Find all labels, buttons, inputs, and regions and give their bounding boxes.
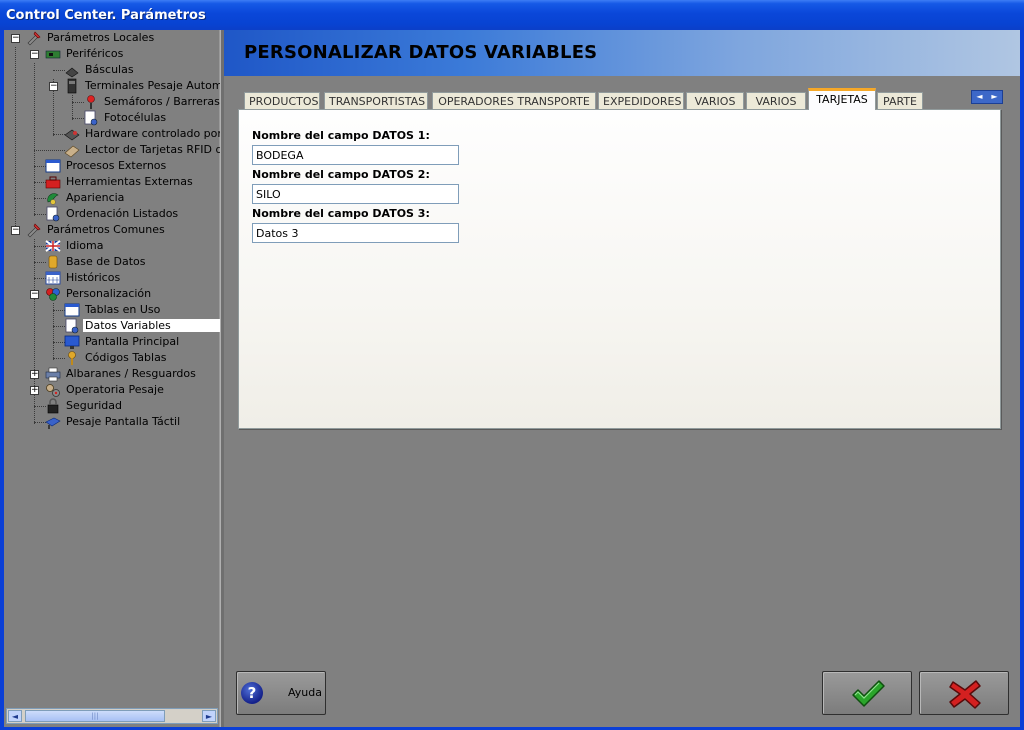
help-button[interactable]: ? Ayuda — [236, 671, 326, 715]
tree-item-tablas-en-uso[interactable]: Tablas en Uso — [64, 302, 162, 318]
terminal-icon — [67, 78, 77, 94]
expander-perifericos[interactable]: − — [30, 50, 39, 59]
expander-albaranes[interactable]: + — [30, 370, 39, 379]
expander-parametros-comunes[interactable]: − — [11, 226, 20, 235]
tree-item-lector-rfid[interactable]: Lector de Tarjetas RFID de — [64, 142, 220, 158]
tab-operadores-transporte[interactable]: OPERADORES TRANSPORTE — [432, 92, 596, 110]
tree-item-personalizacion[interactable]: Personalización — [45, 286, 153, 302]
traffic-light-icon — [87, 95, 95, 109]
scale-icon — [65, 67, 79, 78]
tab-parte[interactable]: PARTE — [877, 92, 923, 110]
title-bar[interactable]: Control Center. Parámetros — [0, 0, 1024, 30]
tab-varios-2[interactable]: VARIOS 2 — [746, 92, 806, 125]
application-window: Control Center. Parámetros − Parámetros … — [0, 0, 1024, 730]
cancel-x-icon — [949, 680, 981, 709]
palette-icon — [47, 193, 59, 205]
document-gear-icon — [65, 318, 79, 334]
tab-scroll-buttons: ◄ ► — [971, 90, 1003, 104]
page-header: PERSONALIZAR DATOS VARIABLES — [224, 30, 1020, 76]
table-window-icon — [64, 303, 80, 317]
scroll-left-button[interactable]: ◄ — [8, 710, 22, 722]
card-reader-icon — [64, 145, 80, 158]
tree-item-terminales-pesaje[interactable]: Terminales Pesaje Automático — [64, 78, 220, 94]
expander-terminales[interactable]: − — [49, 82, 58, 91]
tree-item-operatoria-pesaje[interactable]: Operatoria Pesaje — [45, 382, 166, 398]
checkmark-icon — [852, 680, 885, 707]
document-gear-icon — [84, 110, 98, 126]
navigation-tree-panel: − Parámetros Locales − Periféricos Báscu… — [4, 30, 220, 727]
tree-item-basculas[interactable]: Básculas — [64, 62, 136, 78]
circuit-board-icon — [45, 50, 61, 59]
tree-item-parametros-locales[interactable]: Parámetros Locales — [26, 30, 156, 46]
sorted-list-icon — [46, 206, 60, 222]
tree-item-parametros-comunes[interactable]: Parámetros Comunes — [26, 222, 167, 238]
hardware-icon — [64, 129, 80, 141]
tools-icon — [27, 31, 41, 46]
tree-item-seguridad[interactable]: Seguridad — [45, 398, 124, 414]
tree-item-historicos[interactable]: Históricos — [45, 270, 122, 286]
tab-content-tarjetas: Nombre del campo DATOS 1: Nombre del cam… — [238, 109, 1001, 429]
tree-item-pesaje-pantalla-tactil[interactable]: Pesaje Pantalla Táctil — [45, 414, 182, 430]
datos-3-input[interactable] — [252, 223, 459, 243]
client-area: − Parámetros Locales − Periféricos Báscu… — [4, 30, 1020, 727]
tree-item-idioma[interactable]: Idioma — [45, 238, 105, 254]
tab-varios-1[interactable]: VARIOS 1 — [686, 92, 744, 125]
users-icon — [46, 288, 60, 301]
calendar-icon — [45, 271, 61, 285]
gears-icon — [46, 384, 60, 397]
tree-item-pantalla-principal[interactable]: Pantalla Principal — [64, 334, 181, 350]
datos-1-input[interactable] — [252, 145, 459, 165]
tree-item-albaranes-resguardos[interactable]: Albaranes / Resguardos — [45, 366, 198, 382]
tab-expedidores[interactable]: EXPEDIDORES — [598, 92, 684, 110]
tree-item-base-de-datos[interactable]: Base de Datos — [45, 254, 148, 270]
tree-item-procesos-externos[interactable]: Procesos Externos — [45, 158, 168, 174]
ok-button[interactable] — [822, 671, 912, 715]
datos-3-label: Nombre del campo DATOS 3: — [252, 207, 430, 220]
monitor-icon — [64, 335, 80, 349]
touch-screen-icon — [45, 417, 61, 429]
page-title: PERSONALIZAR DATOS VARIABLES — [244, 42, 598, 63]
datos-2-input[interactable] — [252, 184, 459, 204]
key-icon — [68, 351, 76, 365]
datos-2-label: Nombre del campo DATOS 2: — [252, 168, 430, 181]
tree-item-fotocelulas[interactable]: Fotocélulas — [83, 110, 168, 126]
tab-scroll-right-icon[interactable]: ► — [987, 91, 1002, 103]
toolbox-icon — [45, 176, 61, 189]
tree-item-datos-variables[interactable]: Datos Variables — [64, 318, 220, 334]
tools-icon — [27, 223, 41, 238]
flag-icon — [45, 240, 61, 252]
scroll-right-button[interactable]: ► — [202, 710, 216, 722]
tab-tarjetas[interactable]: TARJETAS — [808, 88, 876, 110]
help-icon: ? — [241, 682, 263, 704]
printer-icon — [45, 367, 61, 382]
lock-icon — [47, 398, 59, 414]
tree-item-semaforos[interactable]: Semáforos / Barreras — [83, 94, 220, 110]
tree-item-perifericos[interactable]: Periféricos — [45, 46, 125, 62]
tree-horizontal-scrollbar[interactable]: ◄ ||| ► — [6, 708, 218, 724]
tab-strip: PRODUCTOS TRANSPORTISTAS OPERADORES TRAN… — [240, 88, 1020, 125]
datos-1-label: Nombre del campo DATOS 1: — [252, 129, 430, 142]
help-button-label: Ayuda — [288, 686, 322, 699]
tab-productos[interactable]: PRODUCTOS — [244, 92, 320, 110]
scroll-thumb[interactable]: ||| — [25, 710, 165, 722]
tree-item-herramientas-externas[interactable]: Herramientas Externas — [45, 174, 195, 190]
cancel-button[interactable] — [919, 671, 1009, 715]
database-icon — [48, 255, 58, 269]
content-panel: PERSONALIZAR DATOS VARIABLES PRODUCTOS T… — [224, 30, 1020, 727]
window-title: Control Center. Parámetros — [6, 8, 206, 23]
tree-item-codigos-tablas[interactable]: Códigos Tablas — [64, 350, 169, 366]
tree-item-hardware-plc[interactable]: Hardware controlado por PLC — [64, 126, 220, 142]
tree-item-apariencia[interactable]: Apariencia — [45, 190, 126, 206]
window-icon — [45, 159, 61, 173]
tab-scroll-left-icon[interactable]: ◄ — [972, 91, 987, 103]
expander-personalizacion[interactable]: − — [30, 290, 39, 299]
expander-parametros-locales[interactable]: − — [11, 34, 20, 43]
expander-operatoria-pesaje[interactable]: + — [30, 386, 39, 395]
tab-transportistas[interactable]: TRANSPORTISTAS — [324, 92, 428, 110]
navigation-tree: − Parámetros Locales − Periféricos Báscu… — [4, 30, 220, 706]
tree-item-ordenacion-listados[interactable]: Ordenación Listados — [45, 206, 180, 222]
